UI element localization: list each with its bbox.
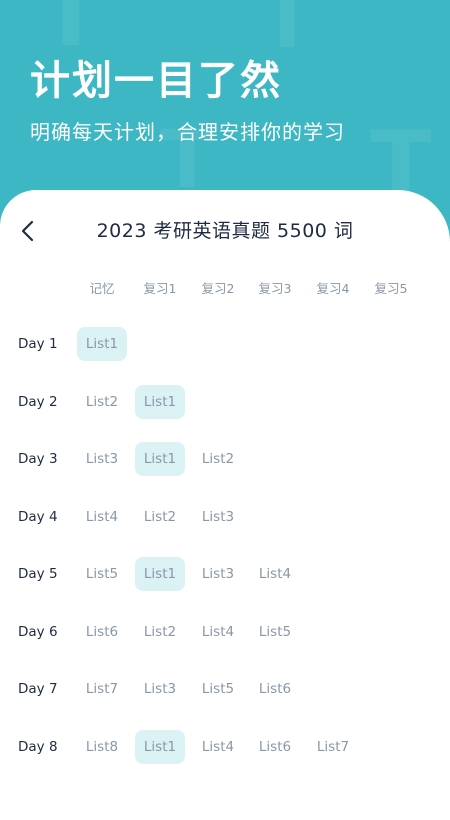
table-row: Day 1 List1 — [0, 327, 450, 363]
day-label: Day 8 — [18, 738, 58, 755]
day-label: Day 5 — [18, 566, 58, 582]
list-cell[interactable]: List3 — [193, 500, 243, 534]
list-cell[interactable]: List4 — [250, 557, 300, 591]
column-header: 复习5 — [374, 281, 408, 296]
day-label: Day 6 — [18, 623, 58, 640]
list-cell[interactable]: List8 — [77, 730, 127, 764]
table-row: Day 3 List3 List1 List2 — [0, 442, 450, 478]
list-cell[interactable]: List5 — [250, 615, 300, 649]
list-cell[interactable]: List4 — [193, 615, 243, 649]
list-cell[interactable]: List1 — [135, 729, 185, 764]
column-header: 记忆 — [89, 281, 115, 296]
column-header: 复习4 — [316, 281, 350, 296]
list-cell[interactable]: List6 — [250, 672, 300, 706]
table-row: Day 2 List2 List1 — [0, 384, 450, 421]
hero-title: 计划一目了然 — [30, 58, 282, 104]
table-row: Day 5 List5 List1 List3 List4 — [0, 557, 450, 593]
table-row: Day 6 List6 List2 List4 List5 — [0, 615, 450, 651]
day-label: Day 3 — [18, 451, 58, 467]
column-header: 复习3 — [258, 281, 292, 296]
list-cell[interactable]: List1 — [135, 557, 185, 591]
list-cell[interactable]: List3 — [135, 672, 185, 706]
day-label: Day 4 — [18, 508, 58, 525]
list-cell[interactable]: List5 — [77, 557, 127, 591]
table-row: Day 8 List8 List1 List4 List6 List7 — [0, 729, 450, 766]
list-cell[interactable]: List5 — [193, 672, 243, 706]
list-cell[interactable]: List3 — [193, 557, 243, 591]
book-title: 2023 考研英语真题 5500 词 — [96, 220, 354, 242]
list-cell[interactable]: List2 — [77, 385, 127, 419]
list-cell[interactable]: List1 — [135, 384, 185, 419]
list-cell[interactable]: List7 — [77, 672, 127, 706]
list-cell[interactable]: List6 — [250, 730, 300, 764]
day-label: Day 7 — [18, 681, 58, 697]
list-cell[interactable]: List1 — [135, 442, 185, 476]
list-cell[interactable]: List2 — [135, 615, 185, 649]
list-cell[interactable]: List4 — [193, 730, 243, 764]
list-cell[interactable]: List2 — [193, 442, 243, 476]
list-cell[interactable]: List4 — [77, 500, 127, 534]
hero-subtitle: 明确每天计划，合理安排你的学习 — [30, 120, 345, 144]
day-label: Day 2 — [18, 393, 58, 410]
list-cell[interactable]: List1 — [77, 327, 127, 361]
column-header: 复习2 — [201, 281, 235, 296]
day-label: Day 1 — [18, 336, 58, 352]
list-cell[interactable]: List6 — [77, 615, 127, 649]
list-cell[interactable]: List7 — [308, 730, 358, 764]
plan-card: 2023 考研英语真题 5500 词 记忆 复习1 复习2 复习3 复习4 复习5 Day… — [0, 190, 450, 820]
column-header: 复习1 — [143, 281, 177, 296]
table-row: Day 4 List4 List2 List3 — [0, 500, 450, 536]
table-row: Day 7 List7 List3 List5 List6 — [0, 672, 450, 708]
list-cell[interactable]: List3 — [77, 442, 127, 476]
list-cell[interactable]: List2 — [135, 500, 185, 534]
